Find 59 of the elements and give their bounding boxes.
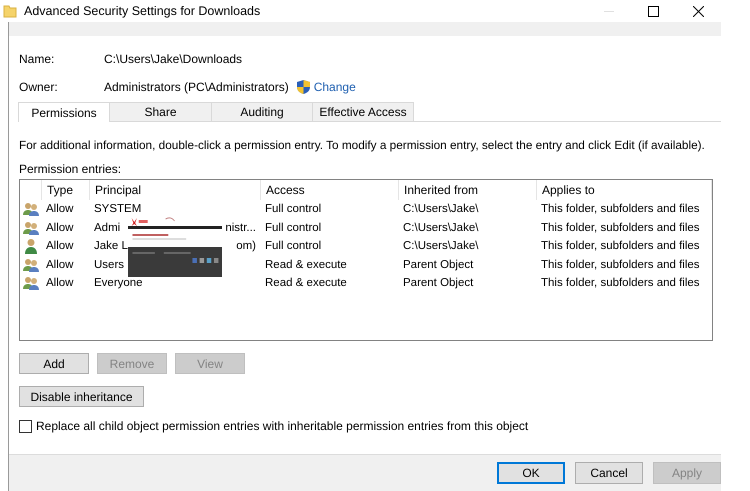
table-cell: Admi xyxy=(94,222,120,234)
window-title: Advanced Security Settings for Downloads xyxy=(24,4,260,18)
tab[interactable]: Auditing xyxy=(211,102,313,121)
users-icon xyxy=(22,220,40,235)
table-cell: Read & execute xyxy=(265,277,347,290)
checkbox[interactable] xyxy=(19,420,32,432)
tab[interactable]: Permissions xyxy=(18,102,110,122)
column-header[interactable]: Access xyxy=(266,183,305,197)
table-cell: Parent Object xyxy=(403,258,474,271)
table-cell: SYSTEM xyxy=(94,203,142,216)
table-cell: Full control xyxy=(265,203,322,216)
table-cell: Full control xyxy=(265,222,322,234)
users-icon xyxy=(22,202,40,216)
field-value: C:\Users\Jake\Downloads xyxy=(104,52,242,66)
table-cell: This folder, subfolders and files xyxy=(541,277,700,290)
column-header[interactable]: Applies to xyxy=(542,183,595,197)
tab[interactable]: Share xyxy=(109,102,212,121)
table-cell: This folder, subfolders and files xyxy=(541,203,700,216)
table-cell: This folder, subfolders and files xyxy=(541,240,700,252)
table-cell: Users xyxy=(94,258,124,271)
field-label: Name: xyxy=(19,52,56,66)
shield-icon xyxy=(296,80,310,94)
section-label: Permission entries: xyxy=(19,162,122,176)
column-header[interactable]: Type xyxy=(47,183,74,197)
users-icon xyxy=(22,258,40,272)
close-icon[interactable] xyxy=(693,6,704,16)
tab[interactable]: Effective Access xyxy=(312,102,414,121)
table-cell: om) xyxy=(236,240,256,252)
table-cell: Full control xyxy=(265,240,322,252)
table-cell: Read & execute xyxy=(265,258,347,271)
table-cell: Everyone xyxy=(94,277,143,290)
field-label: Owner: xyxy=(19,80,59,94)
table-cell: nistr... xyxy=(225,222,256,234)
checkbox-label[interactable]: Replace all child object permission entries with inheritable permission entries from this object xyxy=(36,419,528,433)
user-icon xyxy=(24,238,38,254)
table-cell: C:\Users\Jake\ xyxy=(403,240,478,252)
table-cell: Parent Object xyxy=(403,277,474,290)
table-cell: Allow xyxy=(46,203,74,216)
table-cell: This folder, subfolders and files xyxy=(541,258,700,271)
table-cell: This folder, subfolders and files xyxy=(541,222,700,234)
field-value: Administrators (PC\Administrators) xyxy=(104,80,289,94)
table-cell: C:\Users\Jake\ xyxy=(403,203,478,216)
column-header[interactable]: Principal xyxy=(95,183,142,197)
description-text: For additional information, double-click a permission entry. To modify a permission entry, select the entry and click Edit (if available). xyxy=(19,138,706,152)
table-cell: Allow xyxy=(46,277,74,290)
maximize-icon[interactable] xyxy=(648,6,659,16)
column-header[interactable]: Inherited from xyxy=(404,183,478,197)
folder-icon xyxy=(3,4,17,18)
table-cell: Allow xyxy=(46,258,74,271)
action-button[interactable]: Add xyxy=(19,353,89,374)
dialog-button[interactable]: OK xyxy=(497,462,565,484)
table-cell: C:\Users\Jake\ xyxy=(403,222,478,234)
table-cell: Allow xyxy=(46,222,74,234)
table-cell: Allow xyxy=(46,240,74,252)
dialog-button[interactable]: Cancel xyxy=(575,462,643,484)
table-cell: Jake L xyxy=(94,240,128,252)
disable-inheritance-button[interactable]: Disable inheritance xyxy=(19,386,144,407)
change-link[interactable]: Change xyxy=(314,80,356,94)
users-icon xyxy=(22,276,40,290)
